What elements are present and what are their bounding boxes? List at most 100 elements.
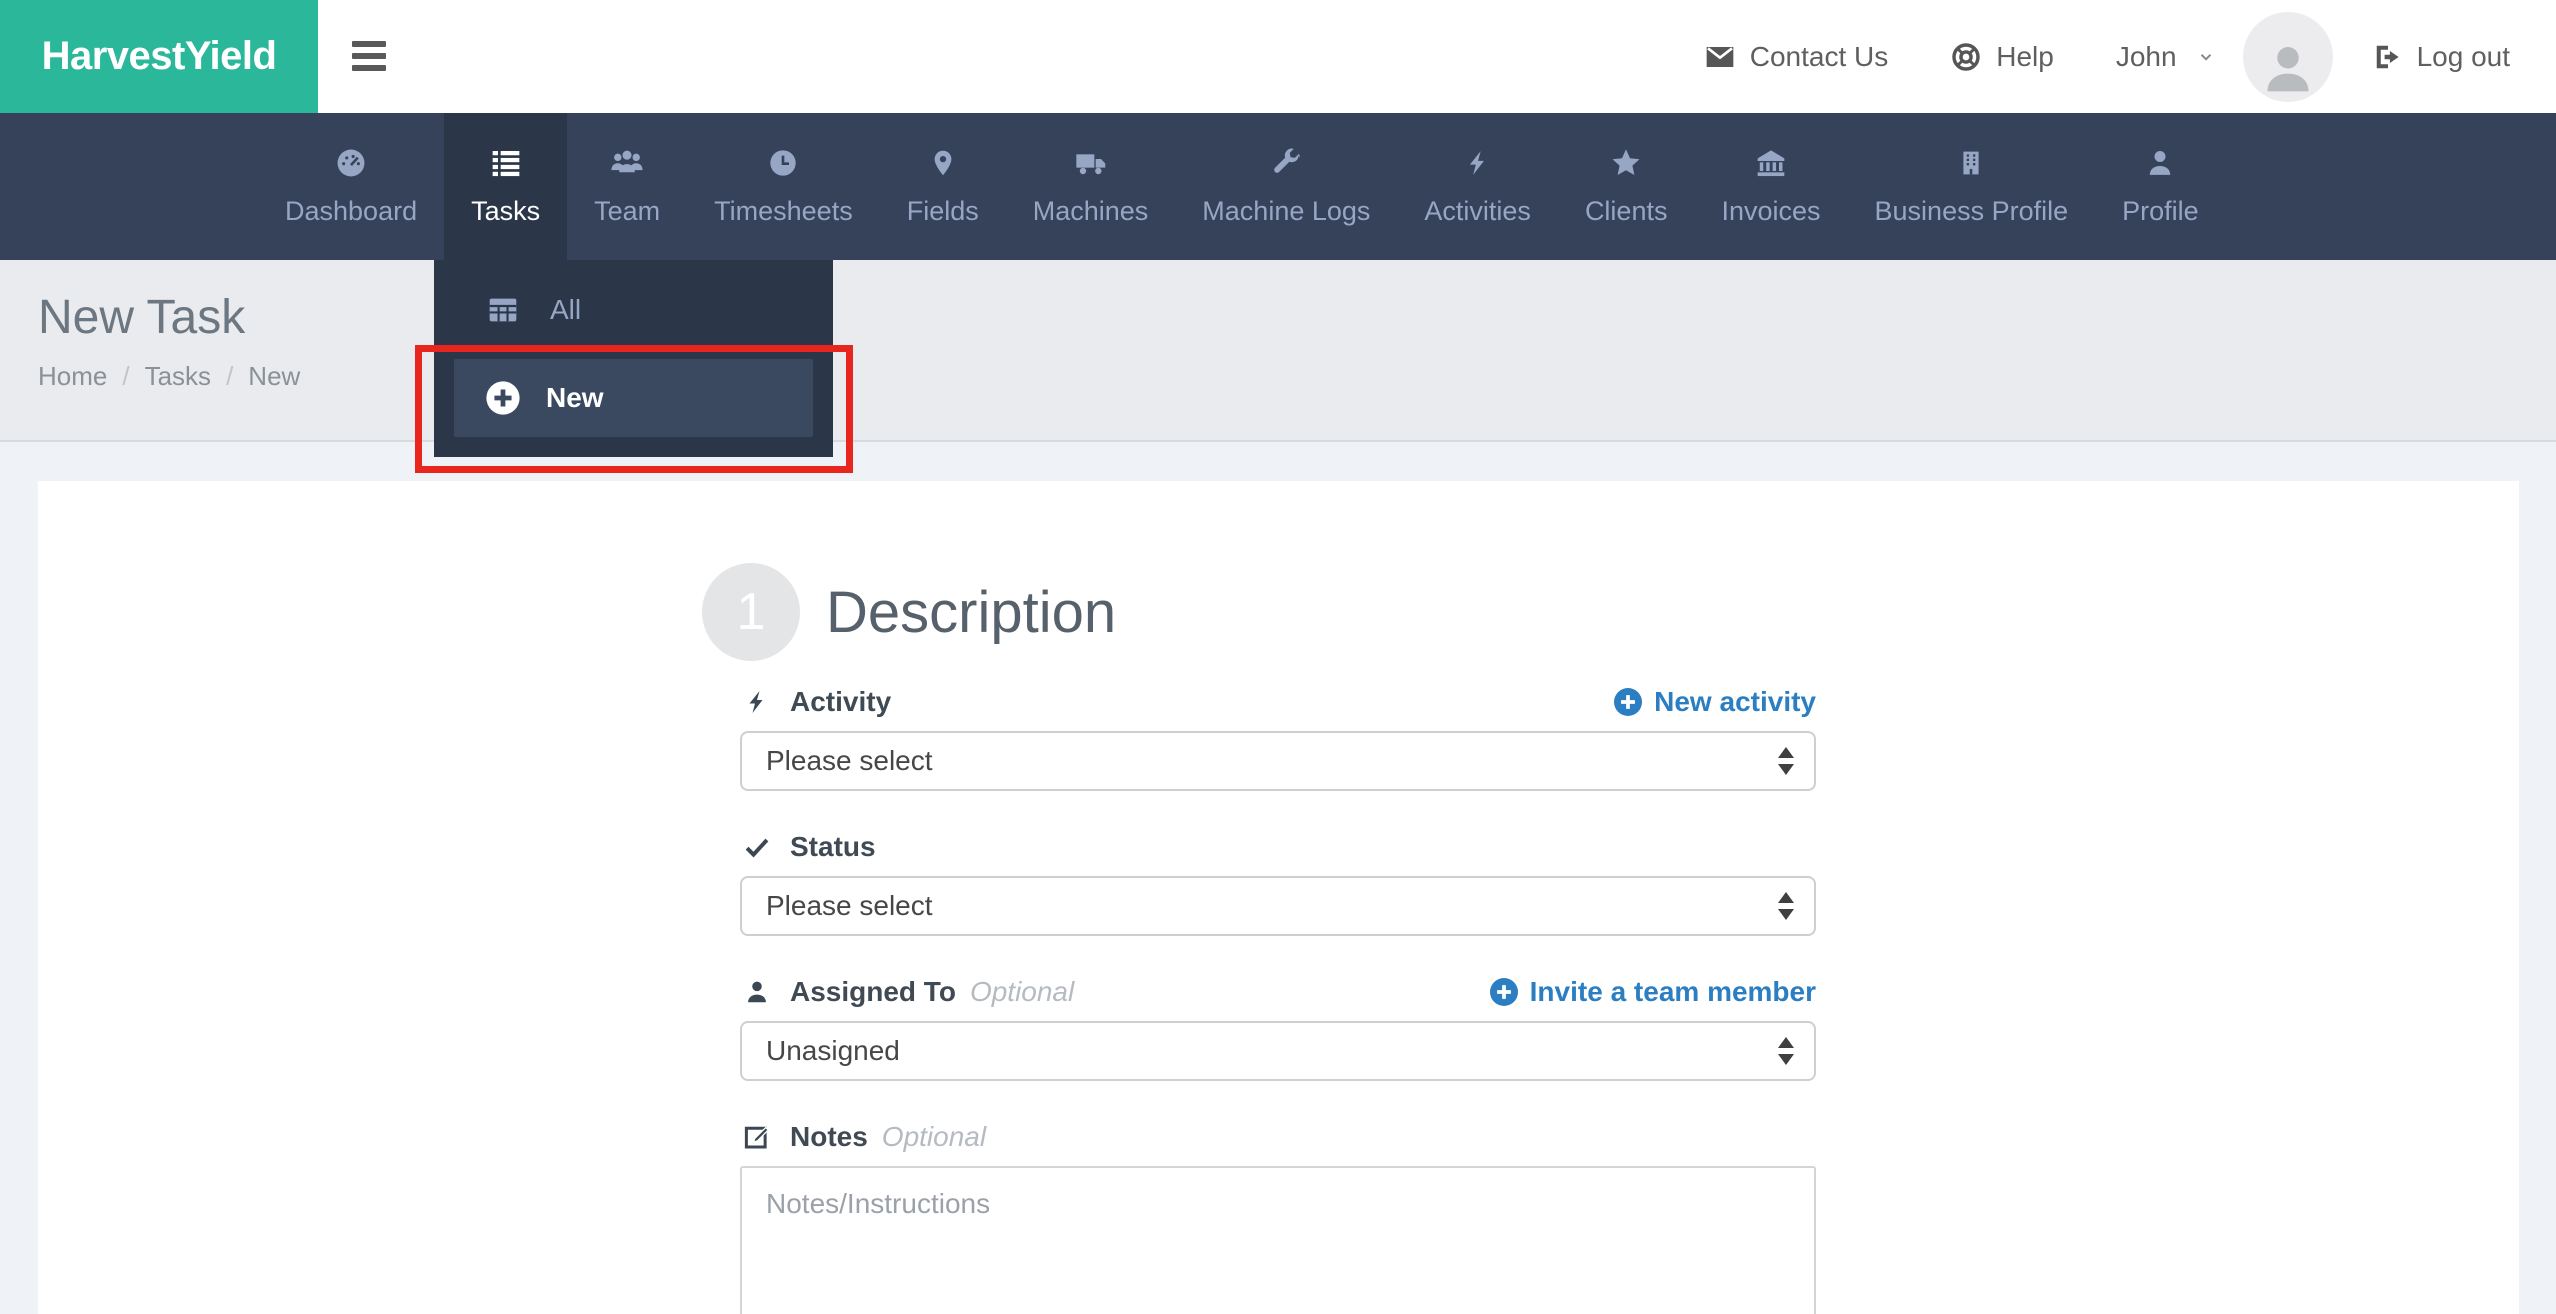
dropdown-item-all[interactable]: All bbox=[434, 260, 833, 359]
nav-item-business-profile[interactable]: Business Profile bbox=[1848, 113, 2096, 260]
life-ring-icon bbox=[1950, 41, 1982, 73]
bank-icon bbox=[1755, 146, 1787, 180]
person-silhouette-icon bbox=[2260, 40, 2316, 96]
nav-item-dashboard[interactable]: Dashboard bbox=[258, 113, 444, 260]
breadcrumb-separator: / bbox=[226, 361, 233, 392]
select-arrows-icon bbox=[1778, 892, 1794, 920]
nav-item-machines[interactable]: Machines bbox=[1006, 113, 1176, 260]
content-area: 1 Description Activity New activity Plea… bbox=[0, 444, 2556, 1314]
notes-textarea[interactable] bbox=[740, 1166, 1816, 1314]
status-select-value: Please select bbox=[766, 890, 933, 922]
select-arrows-icon bbox=[1778, 1037, 1794, 1065]
user-menu[interactable]: John bbox=[2116, 41, 2215, 73]
nav-label: Machines bbox=[1033, 196, 1149, 227]
logout-label: Log out bbox=[2417, 41, 2510, 73]
nav-label: Machine Logs bbox=[1202, 196, 1370, 227]
activity-select-value: Please select bbox=[766, 745, 933, 777]
nav-label: Tasks bbox=[471, 196, 540, 227]
nav-item-invoices[interactable]: Invoices bbox=[1694, 113, 1847, 260]
nav-label: Timesheets bbox=[714, 196, 853, 227]
nav-label: Team bbox=[594, 196, 660, 227]
status-label: Status bbox=[790, 831, 876, 863]
plus-circle-icon bbox=[484, 379, 522, 417]
edit-icon bbox=[740, 1122, 774, 1152]
contact-us-label: Contact Us bbox=[1750, 41, 1889, 73]
nav-item-team[interactable]: Team bbox=[567, 113, 687, 260]
page-header: New Task Home / Tasks / New bbox=[0, 260, 2556, 442]
activity-label-row: Activity New activity bbox=[740, 685, 1816, 719]
nav-item-machine-logs[interactable]: Machine Logs bbox=[1175, 113, 1397, 260]
building-icon bbox=[1958, 146, 1984, 180]
plus-circle-icon bbox=[1612, 686, 1644, 718]
breadcrumb-current: New bbox=[248, 361, 300, 392]
user-name: John bbox=[2116, 41, 2177, 73]
breadcrumb-home[interactable]: Home bbox=[38, 361, 107, 392]
nav-label: Business Profile bbox=[1875, 196, 2069, 227]
brand-logo[interactable]: HarvestYield bbox=[0, 0, 318, 113]
nav-label: Clients bbox=[1585, 196, 1668, 227]
main-navbar: Dashboard Tasks Team Timesheets Fields bbox=[0, 113, 2556, 260]
map-marker-icon bbox=[929, 146, 957, 180]
check-icon bbox=[740, 833, 774, 861]
nav-label: Dashboard bbox=[285, 196, 417, 227]
dropdown-all-label: All bbox=[550, 294, 581, 326]
notes-optional: Optional bbox=[882, 1121, 986, 1153]
status-label-row: Status bbox=[740, 830, 1816, 864]
notes-label-row: Notes Optional bbox=[740, 1120, 1816, 1154]
page-title: New Task bbox=[38, 290, 2556, 345]
activity-select[interactable]: Please select bbox=[740, 731, 1816, 791]
nav-label: Invoices bbox=[1721, 196, 1820, 227]
step-heading: 1 Description bbox=[702, 563, 1816, 661]
assigned-to-optional: Optional bbox=[970, 976, 1074, 1008]
logout-link[interactable]: Log out bbox=[2373, 41, 2510, 73]
plus-circle-icon bbox=[1488, 976, 1520, 1008]
tasks-dropdown-menu: All New bbox=[434, 260, 833, 457]
envelope-icon bbox=[1704, 41, 1736, 73]
select-arrows-icon bbox=[1778, 747, 1794, 775]
form-card: 1 Description Activity New activity Plea… bbox=[38, 481, 2519, 1314]
table-icon bbox=[484, 294, 522, 326]
nav-item-clients[interactable]: Clients bbox=[1558, 113, 1695, 260]
user-icon bbox=[2145, 146, 2175, 180]
breadcrumb-tasks[interactable]: Tasks bbox=[145, 361, 211, 392]
status-select[interactable]: Please select bbox=[740, 876, 1816, 936]
nav-item-timesheets[interactable]: Timesheets bbox=[687, 113, 880, 260]
logout-icon bbox=[2373, 42, 2403, 72]
nav-item-activities[interactable]: Activities bbox=[1397, 113, 1558, 260]
clock-icon bbox=[767, 146, 799, 180]
star-icon bbox=[1610, 146, 1642, 180]
topbar-right: Contact Us Help John Log bbox=[1704, 0, 2510, 113]
new-task-form: 1 Description Activity New activity Plea… bbox=[740, 551, 1816, 1314]
dropdown-new-label: New bbox=[546, 382, 604, 414]
wrench-icon bbox=[1270, 146, 1302, 180]
help-link[interactable]: Help bbox=[1950, 41, 2054, 73]
hamburger-icon bbox=[352, 41, 386, 47]
nav-item-fields[interactable]: Fields bbox=[880, 113, 1006, 260]
breadcrumb-separator: / bbox=[122, 361, 129, 392]
help-label: Help bbox=[1996, 41, 2054, 73]
new-activity-link[interactable]: New activity bbox=[1612, 686, 1816, 718]
nav-item-profile[interactable]: Profile bbox=[2095, 113, 2226, 260]
notes-label: Notes bbox=[790, 1121, 868, 1153]
step-number-badge: 1 bbox=[702, 563, 800, 661]
invite-team-member-link[interactable]: Invite a team member bbox=[1488, 976, 1816, 1008]
list-icon bbox=[490, 146, 522, 180]
chevron-down-icon bbox=[2197, 48, 2215, 66]
activity-label: Activity bbox=[790, 686, 891, 718]
team-icon bbox=[609, 146, 645, 180]
nav-item-tasks[interactable]: Tasks bbox=[444, 113, 567, 260]
step-title: Description bbox=[826, 579, 1116, 646]
contact-us-link[interactable]: Contact Us bbox=[1704, 41, 1889, 73]
brand-name: HarvestYield bbox=[42, 34, 277, 79]
top-header: HarvestYield Contact Us Help John bbox=[0, 0, 2556, 113]
hamburger-menu-button[interactable] bbox=[352, 41, 386, 71]
nav-label: Profile bbox=[2122, 196, 2199, 227]
bolt-icon bbox=[740, 687, 774, 717]
dropdown-item-new[interactable]: New bbox=[454, 359, 813, 437]
dashboard-icon bbox=[334, 146, 368, 180]
avatar[interactable] bbox=[2243, 12, 2333, 102]
breadcrumb: Home / Tasks / New bbox=[38, 361, 2556, 392]
assigned-to-select[interactable]: Unasigned bbox=[740, 1021, 1816, 1081]
truck-icon bbox=[1073, 146, 1109, 180]
assigned-to-label: Assigned To bbox=[790, 976, 956, 1008]
